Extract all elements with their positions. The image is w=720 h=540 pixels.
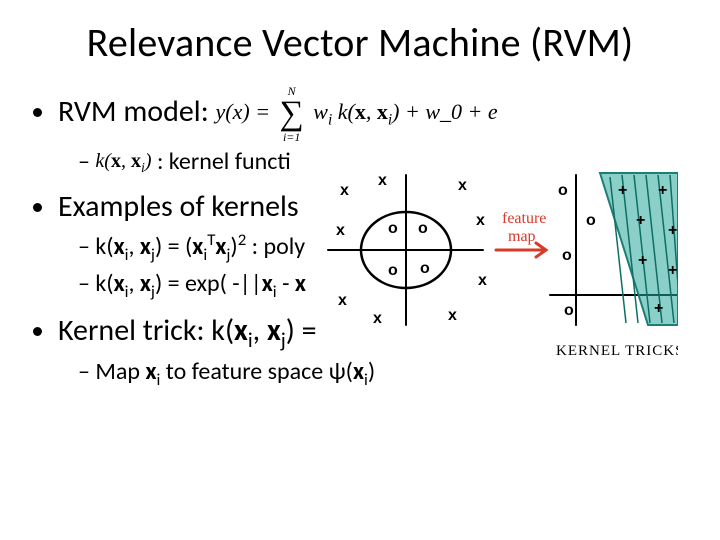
svg-text:o: o	[418, 220, 428, 237]
svg-text:o: o	[562, 247, 572, 264]
svg-text:+: +	[654, 300, 663, 317]
svg-text:o: o	[586, 212, 596, 229]
bullet-rvm-model-label: RVM model:	[58, 93, 209, 130]
svg-text:+: +	[638, 252, 647, 269]
feature-map-label2: map	[508, 228, 536, 245]
illustration-caption: KERNEL TRICKS	[556, 343, 678, 359]
rvm-equation: y(x) = N ∑ i=1 wi k(x, xi) + w_0 + e	[216, 85, 498, 143]
svg-text:x: x	[478, 272, 487, 289]
svg-text:o: o	[564, 302, 574, 319]
svg-text:+: +	[668, 222, 677, 239]
kernel-trick-illustration: o o o o x x x x x x x x x feature map	[318, 165, 678, 395]
svg-text:x: x	[476, 212, 485, 229]
kernel-notation: k(x, xi)	[95, 149, 151, 178]
sub-kernel-rest: : kernel functi	[157, 147, 291, 176]
eq-term2: + w_0 + e	[405, 99, 498, 124]
eq-lhs: y(x) =	[216, 99, 271, 124]
bullet-examples-label: Examples of kernels	[58, 188, 299, 225]
bullet-rvm-model: RVM model: y(x) = N ∑ i=1 wi k(x, xi) + …	[58, 85, 690, 178]
svg-text:x: x	[458, 177, 467, 194]
svg-text:x: x	[336, 222, 345, 239]
slide-title: Relevance Vector Machine (RVM)	[30, 18, 690, 67]
sum-bot: i=1	[283, 131, 300, 143]
svg-text:x: x	[373, 310, 382, 327]
svg-text:o: o	[558, 182, 568, 199]
svg-text:o: o	[388, 262, 398, 279]
svg-text:o: o	[420, 260, 430, 277]
svg-text:+: +	[618, 182, 627, 199]
svg-text:x: x	[378, 172, 387, 189]
svg-text:+: +	[658, 182, 667, 199]
slide: Relevance Vector Machine (RVM) RVM model…	[0, 0, 720, 540]
svg-text:+: +	[636, 212, 645, 229]
svg-text:x: x	[448, 307, 457, 324]
svg-text:o: o	[388, 220, 398, 237]
svg-text:x: x	[340, 182, 349, 199]
svg-text:x: x	[338, 292, 347, 309]
eq-term1: wi k(x, xi)	[313, 99, 399, 124]
sum-symbol: N ∑ i=1	[280, 85, 304, 143]
svg-text:+: +	[668, 262, 677, 279]
feature-map-label1: feature	[502, 210, 546, 227]
